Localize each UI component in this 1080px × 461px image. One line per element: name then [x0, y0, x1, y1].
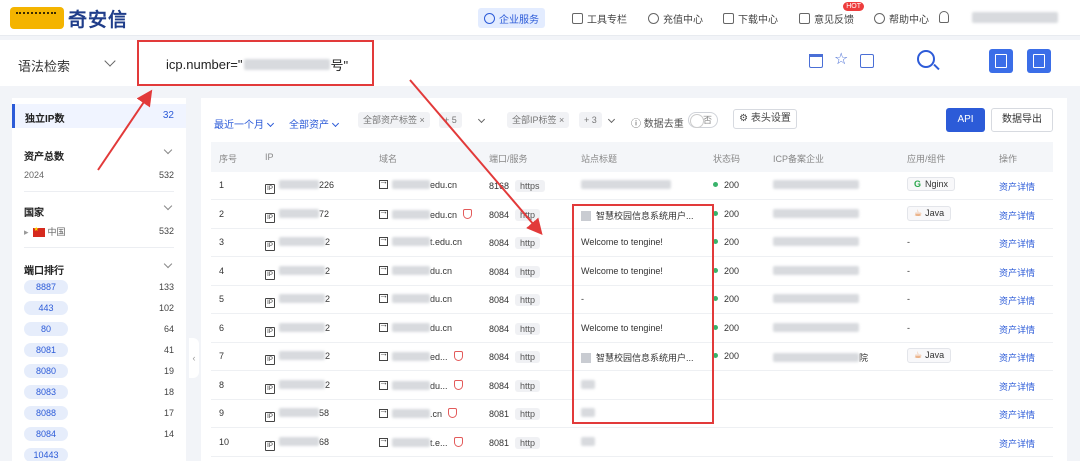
- annotation-arrows: [97, 79, 543, 236]
